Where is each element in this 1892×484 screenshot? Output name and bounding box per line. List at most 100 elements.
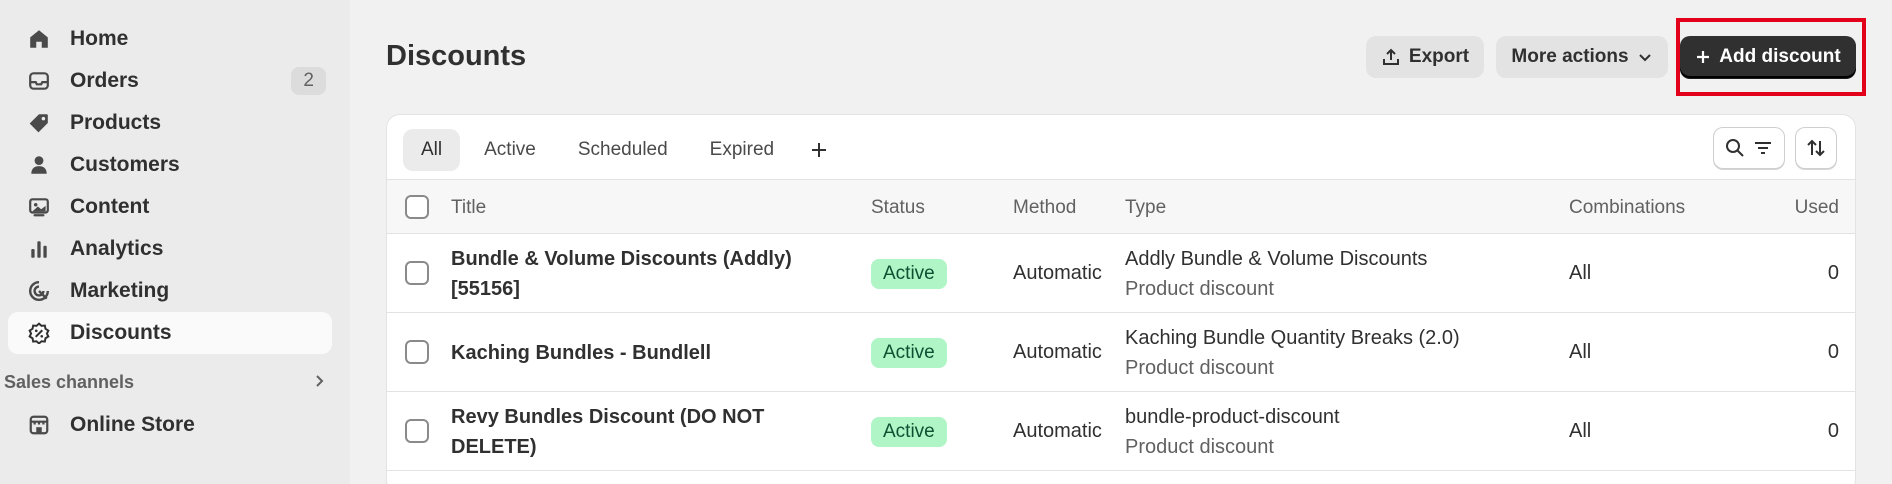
discount-title[interactable]: Revy Bundles Discount (DO NOT DELETE) — [451, 392, 811, 471]
sidebar-item-content[interactable]: Content — [8, 186, 332, 228]
target-icon — [26, 278, 52, 304]
more-actions-button[interactable]: More actions — [1496, 36, 1668, 78]
method-cell: Automatic — [1013, 341, 1102, 363]
plus-icon — [1697, 51, 1710, 63]
type-name: bundle-product-discount — [1125, 405, 1340, 428]
discount-title[interactable]: Bundle & Volume Discounts (Addly) [55156… — [451, 234, 811, 313]
type-subtitle: Product discount — [1125, 435, 1274, 458]
row-checkbox[interactable] — [405, 261, 429, 285]
search-filter-button[interactable] — [1713, 127, 1785, 169]
type-cell: Kaching Bundle Quantity Breaks (2.0) Pro… — [1125, 313, 1460, 392]
sidebar-item-label: Online Store — [70, 413, 195, 436]
sales-channels-label: Sales channels — [4, 371, 135, 392]
used-cell: 0 — [1827, 262, 1839, 284]
sidebar-item-label: Orders — [70, 69, 139, 92]
select-all-checkbox[interactable] — [405, 195, 429, 219]
sort-button[interactable] — [1795, 127, 1837, 169]
sidebar-item-online-store[interactable]: Online Store — [8, 404, 332, 446]
row-checkbox[interactable] — [405, 340, 429, 364]
add-view-button[interactable] — [798, 129, 840, 171]
type-subtitle: Product discount — [1125, 356, 1274, 379]
type-subtitle: Product discount — [1125, 277, 1274, 300]
orders-icon — [26, 68, 52, 94]
method-cell: Automatic — [1013, 262, 1102, 284]
sidebar-item-products[interactable]: Products — [8, 102, 332, 144]
status-cell: Active — [871, 313, 947, 392]
column-method: Method — [1013, 196, 1077, 218]
export-label: Export — [1408, 46, 1470, 67]
sidebar: Home Orders 2 Products Customers Content… — [0, 0, 350, 484]
combinations-cell: All — [1569, 420, 1592, 442]
combinations-cell: All — [1569, 262, 1592, 284]
filter-tabs: All Active Scheduled Expired — [403, 129, 846, 171]
add-discount-button[interactable]: Add discount — [1680, 36, 1856, 78]
plus-icon — [812, 143, 827, 157]
status-badge: Active — [871, 416, 947, 447]
tab-active[interactable]: Active — [466, 129, 554, 171]
person-icon — [26, 152, 52, 178]
sidebar-item-label: Marketing — [70, 279, 170, 302]
export-icon — [1382, 48, 1399, 65]
sidebar-item-label: Discounts — [70, 321, 172, 344]
column-used: Used — [1794, 196, 1839, 218]
chevron-down-icon — [1638, 54, 1651, 62]
filter-icon — [1755, 142, 1771, 154]
column-status: Status — [871, 196, 925, 218]
status-badge: Active — [871, 258, 947, 289]
discount-title-line: Kaching Bundles - Bundlell — [451, 341, 712, 364]
sidebar-item-home[interactable]: Home — [8, 18, 332, 60]
type-name: Addly Bundle & Volume Discounts — [1125, 247, 1428, 270]
type-cell: Addly Bundle & Volume Discounts Product … — [1125, 234, 1427, 313]
more-actions-label: More actions — [1511, 46, 1629, 67]
status-cell: Active — [871, 392, 947, 471]
column-combinations: Combinations — [1569, 196, 1686, 218]
used-cell: 0 — [1827, 341, 1839, 363]
status-cell: Active — [871, 234, 947, 313]
row-checkbox[interactable] — [405, 419, 429, 443]
main-content: Discounts Export More actions Add discou… — [350, 0, 1892, 484]
type-name: Kaching Bundle Quantity Breaks (2.0) — [1125, 326, 1460, 349]
home-icon — [26, 26, 52, 52]
sidebar-item-label: Customers — [70, 153, 180, 176]
method-cell: Automatic — [1013, 420, 1102, 442]
search-icon — [1726, 139, 1744, 157]
sidebar-item-discounts[interactable]: Discounts — [8, 312, 332, 354]
tab-scheduled[interactable]: Scheduled — [560, 129, 686, 171]
chevron-right-icon — [312, 372, 326, 393]
discounts-card: All Active Scheduled Expired Title Statu… — [386, 114, 1856, 484]
table-row[interactable]: Revy Bundles Discount (DO NOT DELETE) Ac… — [387, 392, 1855, 471]
export-button[interactable]: Export — [1366, 36, 1484, 78]
used-cell: 0 — [1827, 420, 1839, 442]
sidebar-item-analytics[interactable]: Analytics — [8, 228, 332, 270]
table-row[interactable]: Bundle & Volume Discounts (Addly) [55156… — [387, 234, 1855, 313]
sidebar-item-label: Products — [70, 111, 162, 134]
store-icon — [26, 412, 52, 438]
discount-title[interactable]: Kaching Bundles - Bundlell — [451, 313, 811, 392]
sidebar-item-orders[interactable]: Orders 2 — [8, 60, 332, 102]
add-discount-label: Add discount — [1719, 46, 1841, 67]
sales-channels-header[interactable]: Sales channels — [0, 360, 332, 404]
type-cell: bundle-product-discount Product discount — [1125, 392, 1340, 471]
column-type: Type — [1125, 196, 1167, 218]
discount-title-line: [55156] — [451, 277, 520, 300]
tab-all[interactable]: All — [403, 129, 461, 171]
discount-badge-icon — [26, 320, 52, 346]
image-icon — [26, 194, 52, 220]
sidebar-item-customers[interactable]: Customers — [8, 144, 332, 186]
page-title: Discounts — [386, 40, 527, 72]
orders-count-badge: 2 — [291, 67, 326, 95]
table-header: Title Status Method Type Combinations Us… — [387, 179, 1855, 234]
tag-icon — [26, 110, 52, 136]
tab-expired[interactable]: Expired — [692, 129, 792, 171]
sidebar-item-label: Home — [70, 27, 129, 50]
sidebar-item-marketing[interactable]: Marketing — [8, 270, 332, 312]
discount-title-line: Bundle & Volume Discounts (Addly) — [451, 247, 792, 270]
sidebar-item-label: Analytics — [70, 237, 164, 260]
sort-icon — [1807, 139, 1825, 157]
discount-title-line: DELETE) — [451, 435, 537, 458]
table-row[interactable]: Kaching Bundles - Bundlell Active Automa… — [387, 313, 1855, 392]
combinations-cell: All — [1569, 341, 1592, 363]
status-badge: Active — [871, 337, 947, 368]
bar-chart-icon — [26, 236, 52, 262]
sidebar-item-label: Content — [70, 195, 150, 218]
